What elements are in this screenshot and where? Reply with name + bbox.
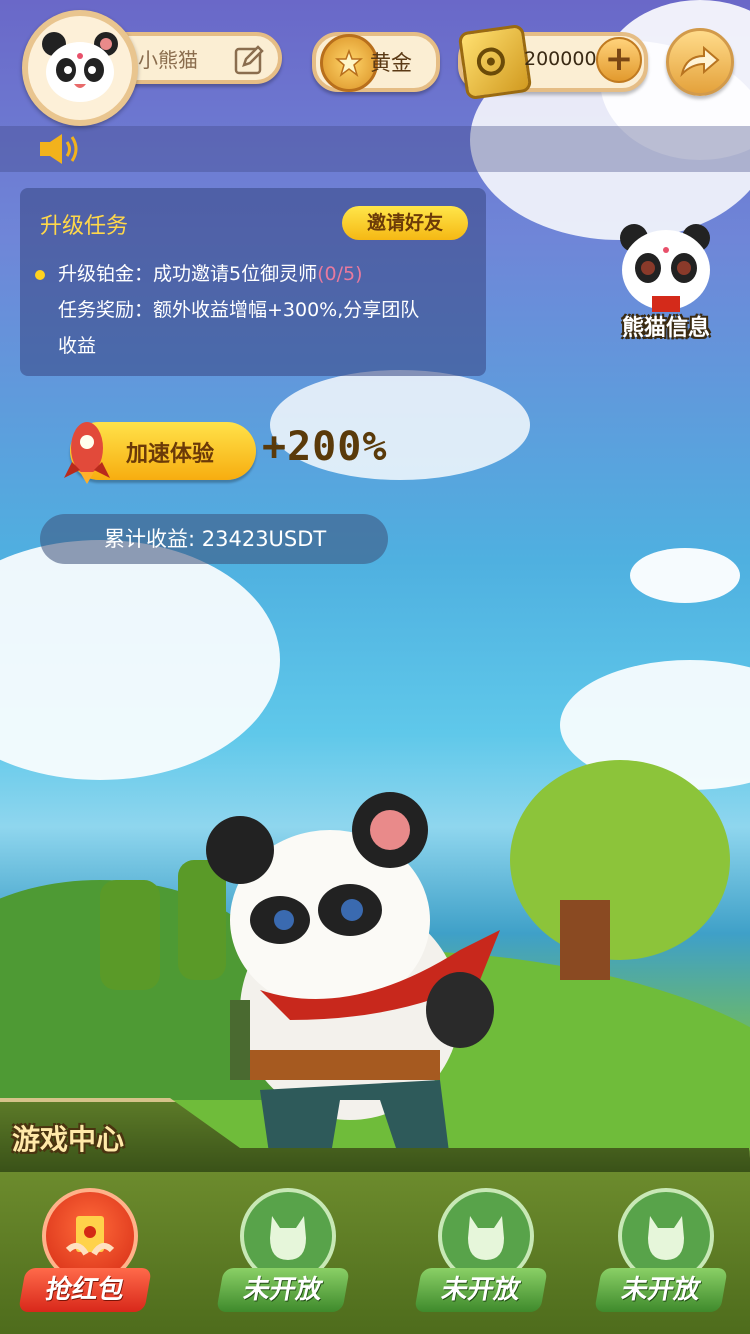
boost-value: +200% [262, 424, 388, 470]
upgrade-task-panel: 升级任务 邀请好友 升级铂金：成功邀请5位御灵师(0/5) 任务奖励：额外收益增… [20, 188, 486, 376]
game-label: 未开放 [216, 1268, 350, 1312]
cloud [630, 548, 740, 603]
upgrade-prefix: 升级铂金： [58, 263, 154, 285]
edit-icon[interactable] [234, 45, 264, 75]
panda-info-label: 熊猫信息 [621, 316, 710, 341]
treasure-safe-icon [457, 23, 533, 101]
task-reward-line2: 收益 [58, 335, 97, 357]
invite-friends-button[interactable]: 邀请好友 [342, 206, 468, 240]
panda-info-icon [620, 224, 710, 312]
game-label: 未开放 [414, 1268, 548, 1312]
tree-trunk [560, 900, 610, 980]
panda-character [206, 792, 500, 1160]
share-button[interactable] [666, 28, 734, 96]
rank-label: 黄金 [370, 51, 412, 75]
bullet-dot [35, 270, 45, 280]
game-item-locked[interactable]: 未开放 [414, 1188, 548, 1318]
upgrade-text: 成功邀请5位御灵师 [153, 263, 318, 285]
boost-trial-button[interactable]: 加速体验 [64, 422, 256, 484]
username: 小熊猫 [138, 47, 198, 72]
game-item-locked[interactable]: 未开放 [216, 1188, 350, 1318]
rocket-icon [64, 422, 110, 484]
task-reward-line1: 任务奖励：额外收益增幅+300%,分享团队 [58, 299, 420, 321]
panda-avatar-icon [42, 32, 118, 102]
game-center-title: 游戏中心 [12, 1123, 125, 1156]
total-earnings: 累计收益: 23423USDT [40, 514, 388, 564]
share-arrow-icon [680, 46, 720, 78]
speaker-icon[interactable] [36, 131, 84, 167]
notice-bar [0, 126, 750, 172]
game-label: 未开放 [594, 1268, 728, 1312]
panda-info-button[interactable]: 熊猫信息 [610, 220, 722, 341]
bush [100, 880, 160, 990]
boost-label: 加速体验 [126, 442, 215, 467]
upgrade-requirement: 升级铂金：成功邀请5位御灵师(0/5) [58, 256, 363, 293]
rank-pill[interactable]: 黄金 [312, 32, 440, 92]
add-coins-button[interactable]: + [596, 37, 642, 83]
task-title: 升级任务 [40, 214, 129, 239]
coin-balance: 200000 [524, 48, 597, 70]
avatar[interactable] [22, 10, 138, 126]
game-background: 小熊猫 黄金 200000 + 升级任务 邀请好友 升级铂金：成功邀请5位御灵师… [0, 0, 750, 1334]
game-item-locked[interactable]: 未开放 [594, 1188, 728, 1318]
invite-progress: (0/5) [317, 263, 363, 285]
game-item-red-packet[interactable]: 抢红包 [18, 1188, 152, 1318]
game-label: 抢红包 [18, 1268, 152, 1312]
coin-pill: 200000 + [457, 23, 648, 101]
cloud [0, 540, 280, 780]
